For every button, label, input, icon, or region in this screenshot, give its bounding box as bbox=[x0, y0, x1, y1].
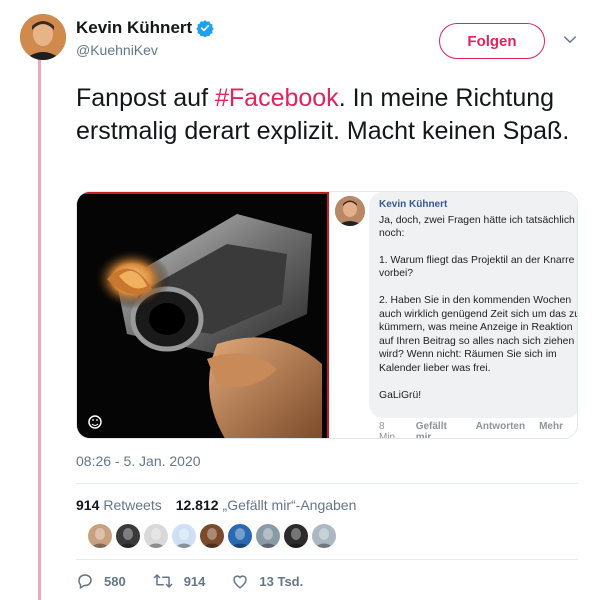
liker-avatar[interactable] bbox=[172, 524, 196, 548]
gun-illustration bbox=[77, 194, 327, 438]
retweets-label: Retweets bbox=[103, 497, 162, 513]
facebook-comment-screenshot: Kevin Kühnert Ja, doch, zwei Fragen hätt… bbox=[329, 192, 578, 438]
handle[interactable]: @KuehniKev bbox=[76, 42, 158, 58]
comment-reply-link: Antworten bbox=[475, 421, 526, 432]
tweet-actions: 580 914 13 Tsd. bbox=[76, 572, 329, 590]
reply-count: 580 bbox=[104, 573, 126, 589]
chevron-down-icon[interactable] bbox=[561, 31, 579, 49]
heart-icon bbox=[233, 575, 248, 589]
gun-image[interactable] bbox=[77, 192, 329, 438]
comment-more-link: Mehr bbox=[539, 421, 563, 432]
comment-avatar bbox=[335, 196, 365, 226]
liker-avatar[interactable] bbox=[116, 524, 140, 548]
comment-time: 8 Min bbox=[379, 421, 396, 439]
tweet-media[interactable]: Kevin Kühnert Ja, doch, zwei Fragen hätt… bbox=[76, 191, 578, 439]
comment-like-link: Gefällt mir bbox=[415, 421, 447, 439]
liker-avatar[interactable] bbox=[88, 524, 112, 548]
comment-bubble: Kevin Kühnert Ja, doch, zwei Fragen hätt… bbox=[369, 192, 578, 418]
thread-line bbox=[38, 58, 41, 600]
retweet-count: 914 bbox=[183, 573, 206, 589]
comment-paragraph: 2. Haben Sie in den kommenden Wochen auc… bbox=[379, 294, 578, 374]
avatar[interactable] bbox=[20, 14, 66, 60]
display-name[interactable]: Kevin Kühnert bbox=[76, 18, 192, 38]
divider bbox=[76, 559, 578, 560]
verified-badge-icon bbox=[196, 20, 214, 37]
liker-avatar[interactable] bbox=[256, 524, 280, 548]
retweet-icon bbox=[153, 574, 173, 588]
like-button[interactable]: 13 Tsd. bbox=[231, 572, 303, 590]
liker-avatar[interactable] bbox=[144, 524, 168, 548]
likes-count: 12.812 bbox=[175, 497, 219, 513]
author-name-row[interactable]: Kevin Kühnert bbox=[76, 18, 214, 38]
retweet-button[interactable]: 914 bbox=[152, 572, 206, 590]
reply-icon bbox=[78, 574, 92, 590]
hashtag-link[interactable]: #Facebook bbox=[215, 84, 339, 112]
retweets-stat[interactable]: 914 Retweets bbox=[76, 497, 162, 513]
liker-avatar[interactable] bbox=[312, 524, 336, 548]
comment-paragraph: GaLiGrü! bbox=[379, 389, 422, 401]
like-count: 13 Tsd. bbox=[259, 573, 304, 589]
retweets-count: 914 bbox=[76, 497, 100, 513]
tweet-timestamp[interactable]: 08:26 - 5. Jan. 2020 bbox=[76, 453, 201, 469]
divider bbox=[76, 483, 578, 484]
reply-button[interactable]: 580 bbox=[76, 572, 126, 590]
tweet-text: Fanpost auf #Facebook. In meine Richtung… bbox=[76, 82, 576, 148]
tweet-stats: 914 Retweets 12.812 „Gefällt mir“-Angaben bbox=[76, 497, 370, 513]
comment-paragraph: Ja, doch, zwei Fragen hätte ich tatsächl… bbox=[379, 214, 575, 240]
likes-label: „Gefällt mir“-Angaben bbox=[222, 497, 357, 513]
tweet-header: Kevin Kühnert @KuehniKev Folgen bbox=[0, 0, 603, 70]
tweet-text-part: Fanpost auf bbox=[76, 84, 215, 112]
liker-avatar[interactable] bbox=[284, 524, 308, 548]
likes-stat[interactable]: 12.812 „Gefällt mir“-Angaben bbox=[176, 497, 357, 513]
liker-avatar[interactable] bbox=[228, 524, 252, 548]
comment-paragraph: 1. Warum fliegt das Projektil an der Kna… bbox=[379, 254, 575, 280]
follow-button[interactable]: Folgen bbox=[439, 23, 545, 59]
liker-avatar[interactable] bbox=[200, 524, 224, 548]
comment-author: Kevin Kühnert bbox=[379, 199, 448, 210]
comment-actions: 8 Min Gefällt mir Antworten Mehr bbox=[379, 421, 577, 439]
likers-avatars bbox=[88, 524, 340, 548]
